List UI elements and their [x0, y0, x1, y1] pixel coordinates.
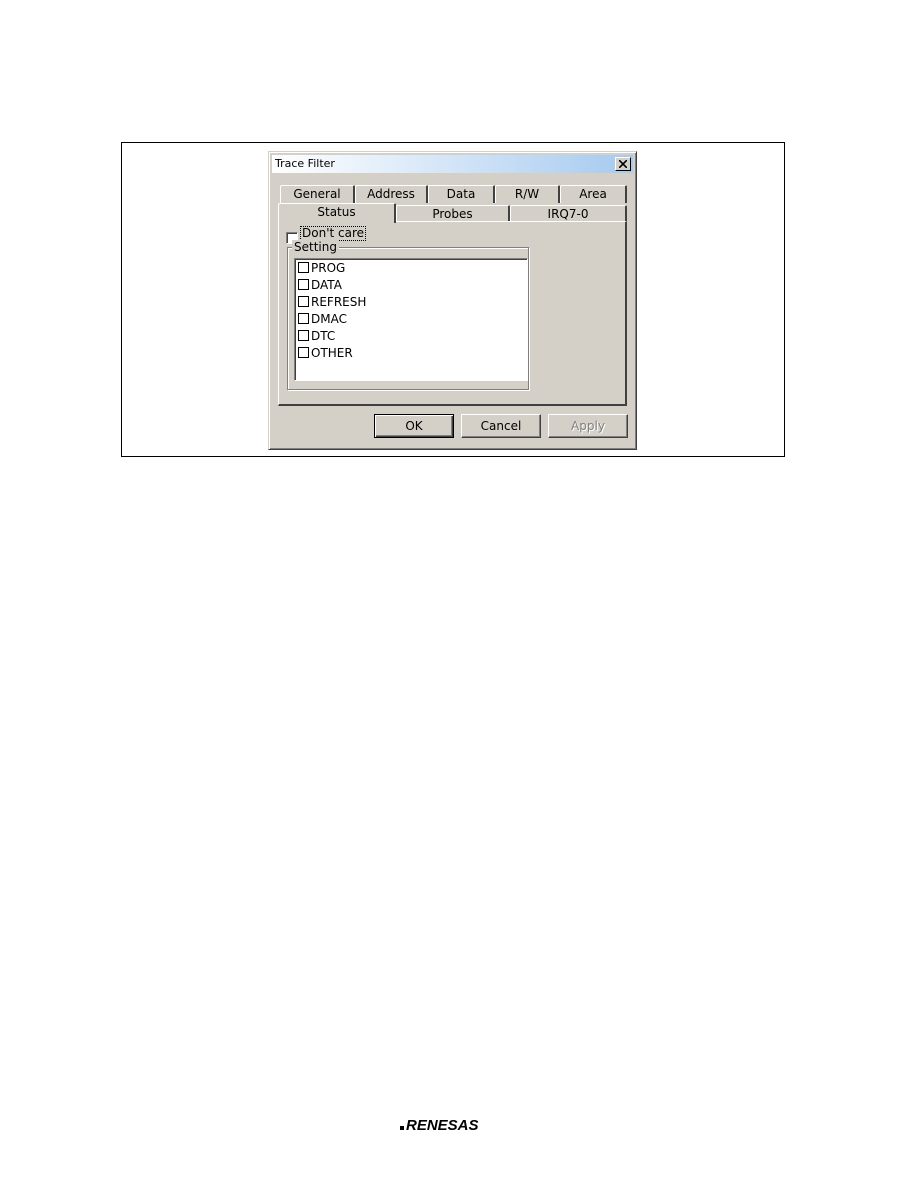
refresh-checkbox[interactable] [298, 296, 309, 307]
apply-button[interactable]: Apply [548, 414, 628, 438]
close-icon [619, 160, 627, 168]
close-button[interactable] [615, 157, 631, 171]
cancel-button[interactable]: Cancel [461, 414, 541, 438]
status-tab-panel: Don't care Setting PROG DATA REFRESH DMA… [278, 221, 627, 406]
dialog-title: Trace Filter [275, 157, 335, 170]
tab-general[interactable]: General [280, 185, 355, 203]
svg-text:RENESAS: RENESAS [406, 1117, 479, 1133]
setting-listbox[interactable]: PROG DATA REFRESH DMAC DTC OTHER [294, 258, 528, 381]
prog-checkbox[interactable] [298, 262, 309, 273]
setting-legend: Setting [292, 240, 339, 254]
tab-status[interactable]: Status [278, 203, 396, 223]
setting-groupbox: Setting PROG DATA REFRESH DMAC DTC OTHER [287, 240, 529, 390]
tab-address[interactable]: Address [355, 185, 428, 203]
tab-rw[interactable]: R/W [495, 185, 560, 203]
tab-data[interactable]: Data [428, 185, 495, 203]
trace-filter-dialog: Trace Filter General Address Data R/W Ar… [268, 151, 637, 450]
title-bar[interactable]: Trace Filter [272, 155, 633, 173]
renesas-logo-mark: RENESAS [400, 1117, 479, 1134]
ok-button[interactable]: OK [374, 414, 454, 438]
dont-care-label[interactable]: Don't care [300, 226, 367, 241]
dmac-checkbox[interactable] [298, 313, 309, 324]
other-checkbox[interactable] [298, 347, 309, 358]
renesas-logo: RENESAS [400, 1115, 508, 1138]
dtc-checkbox[interactable] [298, 330, 309, 341]
data-checkbox[interactable] [298, 279, 309, 290]
tab-area[interactable]: Area [560, 185, 627, 203]
